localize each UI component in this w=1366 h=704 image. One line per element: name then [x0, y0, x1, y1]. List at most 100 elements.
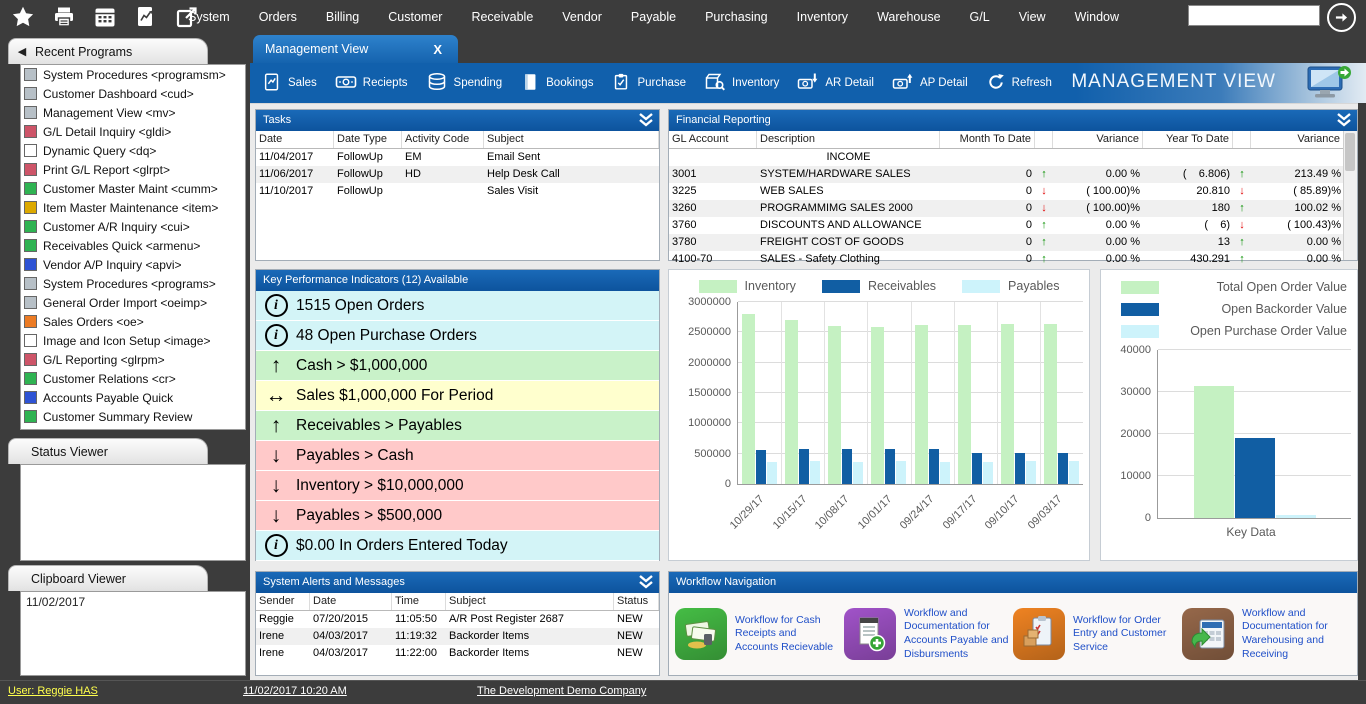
- sidebar-item-image-and-icon-setup[interactable]: Image and Icon Setup <image>: [21, 331, 245, 350]
- collapse-sidebar-icon[interactable]: ◀: [9, 45, 35, 58]
- menu-warehouse[interactable]: Warehouse: [877, 10, 940, 24]
- toolbar-button-bookings[interactable]: Bookings: [518, 70, 595, 97]
- recent-programs-tab[interactable]: ◀ Recent Programs: [8, 38, 208, 64]
- program-color-swatch: [24, 68, 37, 81]
- info-circle-glyph: i: [265, 534, 288, 557]
- kpi-row-payables-cash[interactable]: ↓Payables > Cash: [256, 441, 659, 471]
- table-row[interactable]: Irene04/03/201711:19:32Backorder ItemsNE…: [256, 628, 659, 645]
- sidebar-item-g-l-detail-inquiry[interactable]: G/L Detail Inquiry <gldi>: [21, 122, 245, 141]
- toolbar-button-refresh[interactable]: Refresh: [984, 70, 1054, 97]
- program-label: Item Master Maintenance <item>: [43, 201, 218, 215]
- kpi-row-sales-1-000-000-for-period[interactable]: ↔Sales $1,000,000 For Period: [256, 381, 659, 411]
- sidebar-item-g-l-reporting[interactable]: G/L Reporting <glrpm>: [21, 350, 245, 369]
- report-icon[interactable]: [133, 4, 159, 30]
- table-row[interactable]: 11/04/2017FollowUpEMEmail Sent: [256, 149, 659, 166]
- sidebar-item-customer-relations[interactable]: Customer Relations <cr>: [21, 369, 245, 388]
- trend-up-icon: ↑: [1035, 217, 1053, 234]
- sidebar-item-dynamic-query[interactable]: Dynamic Query <dq>: [21, 141, 245, 160]
- menu-g-l[interactable]: G/L: [970, 10, 990, 24]
- program-label: General Order Import <oeimp>: [43, 296, 207, 310]
- menu-view[interactable]: View: [1019, 10, 1046, 24]
- kpi-row-receivables-payables[interactable]: ↑Receivables > Payables: [256, 411, 659, 441]
- menu-customer[interactable]: Customer: [388, 10, 442, 24]
- menu-system[interactable]: System: [188, 10, 230, 24]
- kpi-row-cash-1-000-000[interactable]: ↑Cash > $1,000,000: [256, 351, 659, 381]
- clipboard-viewer-tab[interactable]: Clipboard Viewer: [8, 565, 208, 591]
- sidebar-item-customer-dashboard[interactable]: Customer Dashboard <cud>: [21, 84, 245, 103]
- cell: 0: [940, 217, 1035, 234]
- menu-orders[interactable]: Orders: [259, 10, 297, 24]
- financial-row[interactable]: 3260PROGRAMMIMG SALES 20000↓( 100.00)%18…: [669, 200, 1344, 217]
- toolbar-button-purchase[interactable]: Purchase: [609, 70, 688, 97]
- toolbar-button-spending[interactable]: Spending: [424, 69, 505, 98]
- workflow-item-workflow-for-cash-receipts-and-accounts-[interactable]: Workflow for Cash Receipts and Accounts …: [675, 608, 844, 660]
- menu-purchasing[interactable]: Purchasing: [705, 10, 768, 24]
- toolbar-button-inventory[interactable]: Inventory: [702, 69, 781, 98]
- toolbar-button-ar-detail[interactable]: AR Detail: [795, 69, 876, 98]
- user-link[interactable]: User: Reggie HAS: [8, 685, 98, 697]
- workflow-item-workflow-and-documentation-for-warehousi[interactable]: Workflow and Documentation for Warehousi…: [1182, 607, 1351, 662]
- table-row[interactable]: Reggie07/20/201511:05:50A/R Post Registe…: [256, 611, 659, 628]
- workflow-item-workflow-for-order-entry-and-customer-se[interactable]: Workflow for Order Entry and Customer Se…: [1013, 608, 1182, 660]
- company-link[interactable]: The Development Demo Company: [477, 685, 646, 697]
- status-viewer-tab[interactable]: Status Viewer: [8, 438, 208, 464]
- vertical-scrollbar[interactable]: [1343, 131, 1357, 260]
- toolbar-button-reciepts[interactable]: Reciepts: [333, 69, 410, 98]
- toolbar-button-ap-detail[interactable]: AP Detail: [890, 69, 970, 98]
- collapse-panel-icon[interactable]: [638, 575, 654, 597]
- kpi-text: 1515 Open Orders: [296, 297, 424, 315]
- financial-row[interactable]: 3760DISCOUNTS AND ALLOWANCE0↑0.00 %( 6)↓…: [669, 217, 1344, 234]
- kpi-row-0-00-in-orders-entered-today[interactable]: i$0.00 In Orders Entered Today: [256, 531, 659, 561]
- sidebar-item-receivables-quick[interactable]: Receivables Quick <armenu>: [21, 236, 245, 255]
- kpi-row-1515-open-orders[interactable]: i1515 Open Orders: [256, 291, 659, 321]
- toolbar-button-label: Reciepts: [363, 77, 408, 89]
- print-icon[interactable]: [51, 4, 77, 30]
- menu-window[interactable]: Window: [1075, 10, 1119, 24]
- sidebar-item-general-order-import[interactable]: General Order Import <oeimp>: [21, 293, 245, 312]
- sidebar-item-vendor-a-p-inquiry[interactable]: Vendor A/P Inquiry <apvi>: [21, 255, 245, 274]
- kpi-row-inventory-10-000-000[interactable]: ↓Inventory > $10,000,000: [256, 471, 659, 501]
- datetime-link[interactable]: 11/02/2017 10:20 AM: [243, 685, 347, 697]
- monitor-icon[interactable]: [1306, 63, 1352, 103]
- recent-programs-list: System Procedures <programsm>Customer Da…: [20, 64, 246, 430]
- go-button[interactable]: [1327, 3, 1356, 32]
- toolbar-button-label: Inventory: [732, 77, 779, 89]
- sidebar-item-customer-master-maint[interactable]: Customer Master Maint <cumm>: [21, 179, 245, 198]
- table-row[interactable]: 11/10/2017FollowUpSales Visit: [256, 183, 659, 200]
- toolbar-button-label: Sales: [288, 77, 317, 89]
- collapse-panel-icon[interactable]: [638, 113, 654, 135]
- global-search-input[interactable]: [1188, 5, 1320, 26]
- trend-up-icon: ↑: [1035, 166, 1053, 183]
- financial-row[interactable]: 3225WEB SALES0↓( 100.00)%20.810↓( 85.89)…: [669, 183, 1344, 200]
- financial-row[interactable]: 4100-70SALES - Safety Clothing0↑0.00 %43…: [669, 251, 1344, 268]
- arrow-glyph: ↓: [271, 505, 282, 526]
- kpi-row-48-open-purchase-orders[interactable]: i48 Open Purchase Orders: [256, 321, 659, 351]
- close-tab-icon[interactable]: X: [433, 42, 442, 57]
- sidebar-item-system-procedures[interactable]: System Procedures <programs>: [21, 274, 245, 293]
- favorite-star-icon[interactable]: [10, 4, 36, 30]
- sidebar-item-sales-orders[interactable]: Sales Orders <oe>: [21, 312, 245, 331]
- workflow-item-workflow-and-documentation-for-accounts-[interactable]: Workflow and Documentation for Accounts …: [844, 607, 1013, 662]
- sidebar-item-item-master-maintenance[interactable]: Item Master Maintenance <item>: [21, 198, 245, 217]
- menu-inventory[interactable]: Inventory: [797, 10, 848, 24]
- sidebar-item-accounts-payable-quick[interactable]: Accounts Payable Quick: [21, 388, 245, 407]
- table-row[interactable]: 11/06/2017FollowUpHDHelp Desk Call: [256, 166, 659, 183]
- sidebar-item-print-g-l-report[interactable]: Print G/L Report <glrpt>: [21, 160, 245, 179]
- menu-payable[interactable]: Payable: [631, 10, 676, 24]
- sidebar-item-system-procedures[interactable]: System Procedures <programsm>: [21, 65, 245, 84]
- financial-row[interactable]: 3780FREIGHT COST OF GOODS0↑0.00 %13↑0.00…: [669, 234, 1344, 251]
- menu-receivable[interactable]: Receivable: [471, 10, 533, 24]
- tab-management-view[interactable]: Management View X: [253, 35, 458, 63]
- sidebar-item-management-view[interactable]: Management View <mv>: [21, 103, 245, 122]
- toolbar-button-sales[interactable]: Sales: [260, 70, 319, 97]
- menu-vendor[interactable]: Vendor: [562, 10, 602, 24]
- key-data-chart-panel: Total Open Order ValueOpen Backorder Val…: [1100, 269, 1358, 561]
- bar-group-key-data: [1158, 350, 1351, 518]
- table-row[interactable]: Irene04/03/201711:22:00Backorder ItemsNE…: [256, 645, 659, 662]
- menu-billing[interactable]: Billing: [326, 10, 359, 24]
- financial-row[interactable]: 3001SYSTEM/HARDWARE SALES0↑0.00 %( 6.806…: [669, 166, 1344, 183]
- sidebar-item-customer-a-r-inquiry[interactable]: Customer A/R Inquiry <cui>: [21, 217, 245, 236]
- kpi-row-payables-500-000[interactable]: ↓Payables > $500,000: [256, 501, 659, 531]
- calendar-icon[interactable]: [92, 4, 118, 30]
- sidebar-item-customer-summary-review[interactable]: Customer Summary Review: [21, 407, 245, 426]
